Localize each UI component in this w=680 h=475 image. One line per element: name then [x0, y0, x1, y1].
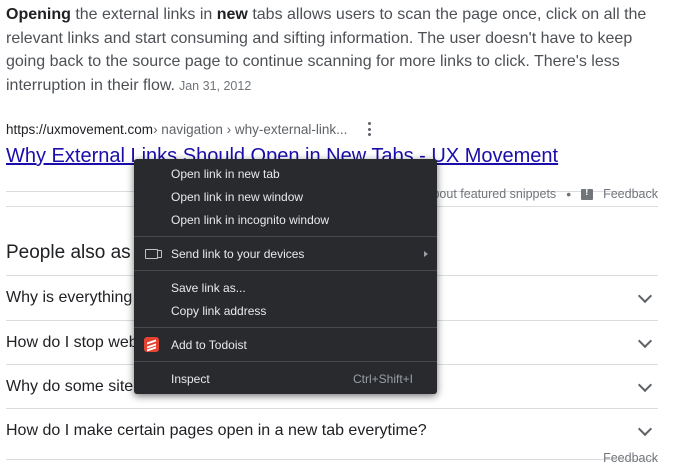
chevron-down-icon: [637, 377, 653, 392]
feedback-link[interactable]: Feedback: [603, 187, 658, 201]
menu-separator: [134, 270, 437, 271]
menu-item-label: Open link in new window: [171, 190, 304, 204]
menu-separator: [134, 361, 437, 362]
menu-separator: [134, 236, 437, 237]
chevron-down-icon: [637, 421, 653, 436]
snippet-bold-opening: Opening: [6, 6, 71, 23]
result-url-host: https://uxmovement.com: [6, 121, 154, 137]
paa-question: How do I make certain pages open in a ne…: [6, 422, 427, 439]
menu-separator: [134, 327, 437, 328]
menu-add-to-todoist[interactable]: Add to Todoist: [134, 334, 437, 356]
people-also-ask-title: People also as: [6, 242, 131, 263]
paa-question: Why is everything: [6, 289, 133, 306]
paa-item[interactable]: How do I make certain pages open in a ne…: [6, 410, 658, 452]
todoist-icon: [144, 337, 159, 352]
menu-item-label: Inspect: [171, 372, 210, 386]
feedback-icon: [581, 187, 594, 200]
menu-copy-link-address[interactable]: Copy link address: [134, 300, 437, 322]
menu-save-link-as[interactable]: Save link as...: [134, 277, 437, 299]
more-options-icon[interactable]: [361, 120, 377, 138]
paa-divider-4: [6, 459, 658, 460]
menu-item-label: Open link in incognito window: [171, 213, 330, 227]
chevron-down-icon: [637, 288, 653, 303]
result-url-path: › navigation › why-external-link...: [153, 121, 348, 137]
menu-inspect[interactable]: Inspect Ctrl+Shift+I: [134, 368, 437, 390]
paa-divider-3: [6, 408, 658, 409]
separator-dot: •: [566, 186, 572, 202]
menu-send-to-devices[interactable]: Send link to your devices: [134, 243, 437, 265]
submenu-arrow-icon: [424, 251, 428, 257]
featured-snippet-footer: bout featured snippets • Feedback: [432, 186, 658, 202]
context-menu: Open link in new tab Open link in new wi…: [134, 159, 437, 394]
menu-item-label: Add to Todoist: [171, 338, 247, 352]
menu-open-new-window[interactable]: Open link in new window: [134, 186, 437, 208]
about-featured-snippets-link[interactable]: bout featured snippets: [432, 187, 556, 201]
snippet-bold-new: new: [216, 6, 248, 23]
paa-question: Why do some site: [6, 378, 134, 395]
devices-icon: [145, 249, 162, 259]
paa-feedback-link[interactable]: Feedback: [603, 451, 658, 465]
paa-question: How do I stop web: [6, 334, 138, 351]
menu-item-label: Save link as...: [171, 281, 246, 295]
menu-item-label: Send link to your devices: [171, 247, 305, 261]
menu-open-new-tab[interactable]: Open link in new tab: [134, 163, 437, 185]
menu-open-incognito[interactable]: Open link in incognito window: [134, 209, 437, 231]
menu-item-label: Open link in new tab: [171, 167, 280, 181]
snippet-date: Jan 31, 2012: [178, 78, 252, 93]
menu-shortcut: Ctrl+Shift+I: [352, 372, 413, 386]
menu-item-label: Copy link address: [171, 304, 267, 318]
chevron-down-icon: [637, 333, 653, 348]
result-citation: https://uxmovement.com › navigation › wh…: [6, 120, 377, 138]
featured-snippet-text: Opening the external links in new tabs a…: [6, 3, 666, 98]
snippet-text-1: the external links in: [70, 6, 217, 23]
